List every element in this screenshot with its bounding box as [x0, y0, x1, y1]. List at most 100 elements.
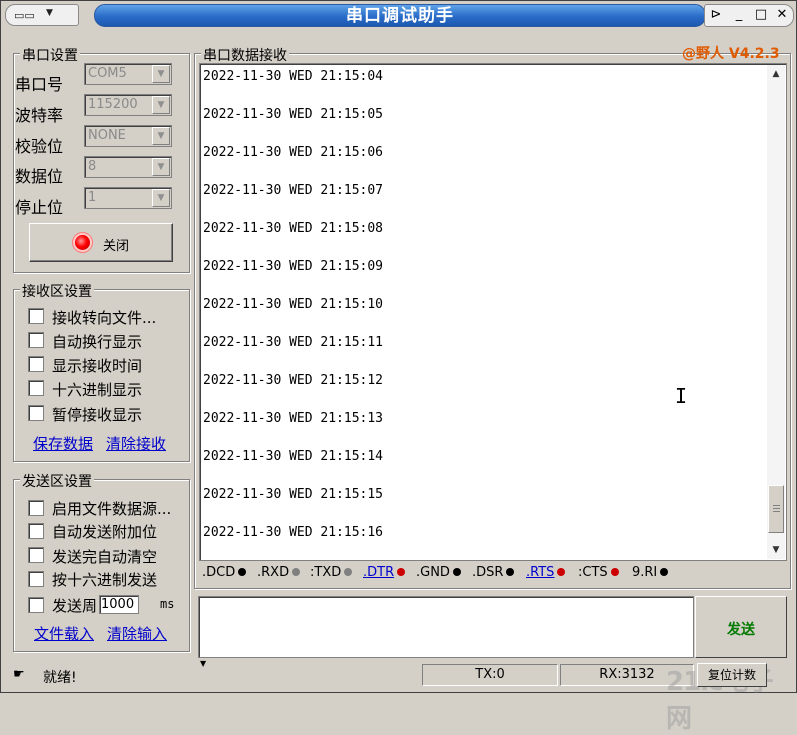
- clear-input-link[interactable]: 清除输入: [107, 623, 167, 644]
- period-label: 发送周: [52, 597, 98, 615]
- signal-dot-icon: [344, 568, 353, 576]
- append-bits-checkbox[interactable]: [28, 523, 44, 539]
- chevron-down-icon[interactable]: ▼: [152, 127, 170, 145]
- maximize-icon[interactable]: □: [753, 7, 769, 23]
- signal-dtr[interactable]: .DTR: [363, 565, 406, 580]
- databits-value: 8: [88, 159, 97, 174]
- port-settings-title: 串口设置: [20, 45, 80, 65]
- signal-dot-icon: [557, 568, 566, 576]
- period-input[interactable]: 1000: [99, 595, 139, 614]
- signal-dot-icon: [452, 568, 461, 576]
- append-bits-label: 自动发送附加位: [52, 523, 158, 541]
- signal-dot-icon: [238, 568, 247, 576]
- pause-display-label: 暂停接收显示: [52, 406, 143, 424]
- auto-clear-checkbox[interactable]: [28, 547, 44, 563]
- close-port-label: 关闭: [103, 239, 130, 254]
- chevron-down-icon[interactable]: ▼: [152, 96, 170, 114]
- text-cursor-icon: I: [675, 384, 688, 408]
- close-port-button[interactable]: 关闭: [29, 223, 173, 262]
- rx-line: 2022-11-30 WED 21:15:14: [203, 449, 384, 464]
- stopbits-label: 停止位: [15, 198, 64, 217]
- auto-clear-label: 发送完自动清空: [52, 548, 158, 566]
- status-led-icon: [75, 235, 90, 250]
- rx-line: 2022-11-30 WED 21:15:10: [203, 297, 384, 312]
- signal-dsr: .DSR: [472, 565, 515, 580]
- signal-dot-icon: [397, 568, 406, 576]
- auto-wrap-checkbox[interactable]: [28, 332, 44, 348]
- scroll-thumb[interactable]: [768, 485, 784, 533]
- receive-settings-title: 接收区设置: [20, 281, 94, 301]
- rx-line: 2022-11-30 WED 21:15:06: [203, 145, 384, 160]
- signal-ri: 9.RI: [632, 565, 669, 580]
- file-source-label: 启用文件数据源...: [52, 500, 172, 518]
- send-button-label: 发送: [727, 622, 755, 638]
- signal-dcd: .DCD: [202, 565, 247, 580]
- port-select[interactable]: COM5 ▼: [84, 63, 172, 85]
- port-value: COM5: [88, 66, 127, 81]
- receive-textarea[interactable]: 2022-11-30 WED 21:15:04 2022-11-30 WED 2…: [199, 63, 787, 561]
- signal-dot-icon: [292, 568, 301, 576]
- chevron-down-icon[interactable]: ▼: [152, 65, 170, 83]
- pause-display-checkbox[interactable]: [28, 405, 44, 421]
- close-icon[interactable]: ✕: [774, 7, 790, 23]
- minimize-icon[interactable]: _: [731, 7, 747, 23]
- status-bar: ▼ ☛ 就绪! TX:0 RX:3132 21ic电子网 复位计数: [1, 659, 796, 734]
- signal-dot-icon: [660, 568, 669, 576]
- receive-panel-title: 串口数据接收: [201, 45, 289, 65]
- signal-rts[interactable]: .RTS: [526, 565, 566, 580]
- app-menu-icon: ▭▭: [14, 9, 35, 22]
- hex-display-checkbox[interactable]: [28, 380, 44, 396]
- caret-down-icon: ▼: [200, 659, 207, 668]
- stopbits-select[interactable]: 1 ▼: [84, 187, 172, 209]
- hex-send-label: 按十六进制发送: [52, 571, 158, 589]
- redirect-file-label: 接收转向文件...: [52, 309, 157, 327]
- system-menu[interactable]: ▭▭ ▼: [5, 4, 79, 26]
- signal-dot-icon: [610, 568, 619, 576]
- rx-line: 2022-11-30 WED 21:15:16: [203, 525, 384, 540]
- chevron-down-icon[interactable]: ▼: [152, 189, 170, 207]
- parity-label: 校验位: [15, 137, 64, 156]
- rx-line: 2022-11-30 WED 21:15:05: [203, 107, 384, 122]
- rx-line: 2022-11-30 WED 21:15:08: [203, 221, 384, 236]
- stopbits-value: 1: [88, 190, 97, 205]
- pointer-hand-icon: ☛: [13, 667, 25, 682]
- reset-counter-button[interactable]: 复位计数: [697, 663, 767, 687]
- baud-select[interactable]: 115200 ▼: [84, 94, 172, 116]
- send-textarea[interactable]: [198, 596, 694, 658]
- parity-value: NONE: [88, 128, 126, 143]
- databits-select[interactable]: 8 ▼: [84, 156, 172, 178]
- file-source-checkbox[interactable]: [28, 500, 44, 516]
- rx-line: 2022-11-30 WED 21:15:15: [203, 487, 384, 502]
- rx-line: 2022-11-30 WED 21:15:13: [203, 411, 384, 426]
- signal-txd: :TXD: [310, 565, 353, 580]
- load-file-link[interactable]: 文件载入: [34, 623, 94, 644]
- scroll-down-icon[interactable]: ▼: [767, 541, 785, 559]
- clear-receive-link[interactable]: 清除接收: [106, 433, 166, 454]
- hex-send-checkbox[interactable]: [28, 571, 44, 587]
- window-title: 串口调试助手: [94, 4, 706, 27]
- auto-wrap-label: 自动换行显示: [52, 333, 143, 351]
- show-time-checkbox[interactable]: [28, 356, 44, 372]
- save-data-link[interactable]: 保存数据: [33, 433, 93, 454]
- send-settings-title: 发送区设置: [20, 471, 94, 491]
- receive-scrollbar[interactable]: ▲ ▼: [767, 65, 785, 559]
- pin-icon[interactable]: ⊳: [708, 7, 724, 23]
- chevron-down-icon: ▼: [46, 8, 53, 18]
- baud-value: 115200: [88, 97, 138, 112]
- send-button[interactable]: 发送: [695, 596, 787, 658]
- signal-cts: :CTS: [578, 565, 619, 580]
- scroll-up-icon[interactable]: ▲: [767, 65, 785, 83]
- auto-send-checkbox[interactable]: [28, 597, 44, 613]
- show-time-label: 显示接收时间: [52, 357, 143, 375]
- hex-display-label: 十六进制显示: [52, 381, 143, 399]
- version-badge: @野人 V4.2.3: [682, 46, 780, 62]
- status-ready: 就绪!: [43, 670, 77, 686]
- title-bar: ▭▭ ▼ 串口调试助手 ⊳ _ □ ✕: [1, 1, 796, 29]
- baud-label: 波特率: [15, 106, 64, 125]
- parity-select[interactable]: NONE ▼: [84, 125, 172, 147]
- redirect-file-checkbox[interactable]: [28, 308, 44, 324]
- chevron-down-icon[interactable]: ▼: [152, 158, 170, 176]
- tx-counter: TX:0: [422, 664, 558, 686]
- rx-line: 2022-11-30 WED 21:15:09: [203, 259, 384, 274]
- rx-line: 2022-11-30 WED 21:15:12: [203, 373, 384, 388]
